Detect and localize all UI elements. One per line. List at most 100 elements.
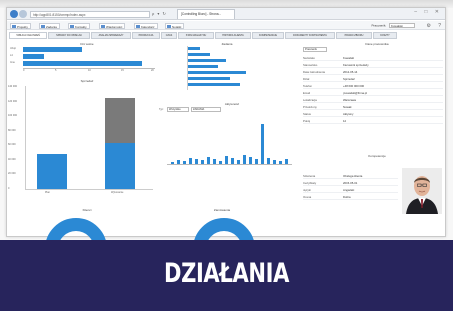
user-selector[interactable]: Pracownik: Kowalski	[371, 23, 415, 28]
competence-value: Angielski	[343, 188, 355, 192]
tasks-bar-1	[188, 53, 210, 56]
orders-donut-title: Zamówienia	[213, 208, 231, 212]
detail-title: Dane pracownika	[365, 42, 389, 46]
hbar-tick-4: 20	[151, 69, 154, 72]
hbar-tick-1: 5	[55, 69, 57, 72]
activity-bar-7	[213, 159, 216, 164]
activity-bar-8	[219, 161, 222, 164]
activity-bar-0	[171, 162, 174, 164]
tab-stock[interactable]: STAN MAGAZYNU	[178, 32, 214, 39]
tasks-bar-2	[188, 59, 226, 62]
banner-title: DZIAŁANIA	[164, 258, 289, 289]
detail-value: Kierownik sprzedaży	[343, 63, 369, 67]
hbar-tick-2: 10	[88, 69, 91, 72]
activity-bar-16	[267, 158, 270, 164]
sales-bar-actual-grey	[105, 98, 135, 143]
tab-client-history[interactable]: HISTORIA KLIENTA	[215, 32, 251, 39]
detail-key: Stanowisko	[303, 63, 318, 67]
detail-key: Dział	[303, 77, 310, 81]
activity-bar-14	[255, 159, 258, 164]
browser-titlebar: http://app801:8150/ommp/index.aspx ρ ▾ ↻…	[7, 8, 445, 20]
competence-value: 2015-05-01	[343, 181, 358, 185]
tab-collection[interactable]: PRAWO ZBIORU	[336, 32, 372, 39]
detail-key: Telefon	[303, 84, 313, 88]
detail-row: Telefon +48 600 000 000	[303, 83, 443, 89]
tab-costs[interactable]: KOSZTY	[373, 32, 397, 39]
competence-key: Certyfikaty	[303, 181, 317, 185]
address-bar[interactable]: http://app801:8150/ommp/index.aspx	[30, 10, 150, 18]
help-icon[interactable]: ?	[438, 23, 441, 29]
days-off-bar-2	[23, 61, 142, 66]
toolbar-item-tasks[interactable]: Zadania	[39, 22, 60, 29]
hbar-label-1: L4	[10, 54, 13, 57]
activity-filter-select[interactable]: Wszystkie	[167, 107, 189, 112]
back-icon[interactable]	[10, 10, 18, 18]
sales-y-tick-1: 120 000	[8, 99, 18, 103]
browser-tab[interactable]: [Controlling Biuro] - Strona...	[177, 9, 235, 19]
competences-title: Kompetencje	[368, 154, 386, 158]
address-actions-icon[interactable]: ρ ▾ ↻	[152, 11, 167, 16]
detail-key: Lokalizacja	[303, 98, 317, 102]
tasks-chart-title: Zadania	[221, 42, 233, 46]
detail-value: +48 600 000 000	[343, 84, 365, 88]
toolbar-item-messages[interactable]: Wiadomości	[99, 22, 126, 29]
forward-icon[interactable]	[19, 10, 27, 18]
tab-cases[interactable]: SPRAWY DO OBSŁUGI	[48, 32, 90, 39]
detail-key: Pokój	[303, 119, 310, 123]
activity-bar-12	[243, 155, 246, 164]
tab-sales-analysis[interactable]: ANALIZA SPRZEDAŻY	[91, 32, 131, 39]
activity-bar-13	[249, 157, 252, 164]
user-select[interactable]: Kowalski	[389, 23, 415, 28]
detail-value: Nowak	[343, 105, 352, 109]
detail-value: Sprzedaż	[343, 77, 355, 81]
detail-row: Lokalizacja Warszawa	[303, 97, 443, 103]
detail-row: Pokój 12	[303, 118, 443, 124]
detail-tab[interactable]: Pracownik	[303, 47, 327, 52]
sales-y-tick-3: 80 000	[8, 128, 16, 132]
toolbar-item-projects[interactable]: Projekty	[10, 22, 31, 29]
activity-bar-2	[183, 161, 186, 164]
tab-production[interactable]: PRODUKCJA	[132, 32, 160, 39]
clients-donut-title: Klienci	[82, 208, 92, 212]
gear-icon[interactable]: ⚙	[427, 23, 431, 29]
tab-time[interactable]: CZAS	[161, 32, 177, 39]
hbar-label-0: Urlop	[10, 47, 16, 50]
detail-value: 2012-05-14	[343, 70, 358, 74]
toolbar-item-contacts[interactable]: Kontakty	[68, 22, 90, 29]
detail-row: Status Aktywny	[303, 111, 443, 117]
detail-value: Kowalski	[343, 56, 355, 60]
activity-bar-15	[261, 124, 264, 164]
activity-bar-6	[207, 157, 210, 164]
window-controls-icon[interactable]: – □ ✕	[414, 9, 442, 15]
activity-bar-11	[237, 160, 240, 164]
activity-filter-label: Typ:	[159, 108, 164, 111]
tab-contractor-docs[interactable]: DOKUMENTY KONTRAHENTA	[285, 32, 335, 39]
tab-announcements[interactable]: TABLICA OGŁOSZEŃ	[9, 32, 47, 39]
activity-filter-type[interactable]: ZADANIA	[191, 107, 221, 112]
tasks-bar-5	[188, 77, 230, 80]
tab-competences[interactable]: KOMPETENCJE	[252, 32, 284, 39]
sales-y-tick-5: 40 000	[8, 157, 16, 161]
competence-key: Szkolenia	[303, 174, 316, 178]
hbar-tick-0: 0	[23, 69, 25, 72]
app-toolbar: Projekty Zadania Kontakty Wiadomości Kal…	[7, 21, 445, 30]
competence-row: Ocena Dobra	[303, 194, 398, 200]
vbar-y-axis	[25, 86, 26, 189]
competence-key: Języki	[303, 188, 311, 192]
detail-row: Przełożony Nowak	[303, 104, 443, 110]
sales-y-tick-7: 0	[8, 186, 10, 190]
sales-bar-plan	[37, 154, 67, 189]
sales-y-tick-6: 20 000	[8, 172, 16, 175]
detail-row: Data zatrudnienia 2012-05-14	[303, 69, 443, 75]
person-portrait-icon	[402, 168, 442, 214]
activity-bar-1	[177, 160, 180, 164]
tasks-bar-0	[188, 47, 200, 50]
activity-bar-18	[279, 161, 282, 164]
sales-chart-title: Sprzedaż	[80, 79, 94, 83]
toolbar-item-calendar[interactable]: Kalendarz	[134, 22, 158, 29]
detail-key: Przełożony	[303, 105, 317, 109]
sales-category-0: Plan	[45, 191, 51, 194]
competence-row: Szkolenia Obsługa klienta	[303, 173, 398, 179]
toolbar-item-notes[interactable]: Notatki	[165, 22, 185, 29]
activity-chart-title: Aktywność	[224, 102, 240, 106]
